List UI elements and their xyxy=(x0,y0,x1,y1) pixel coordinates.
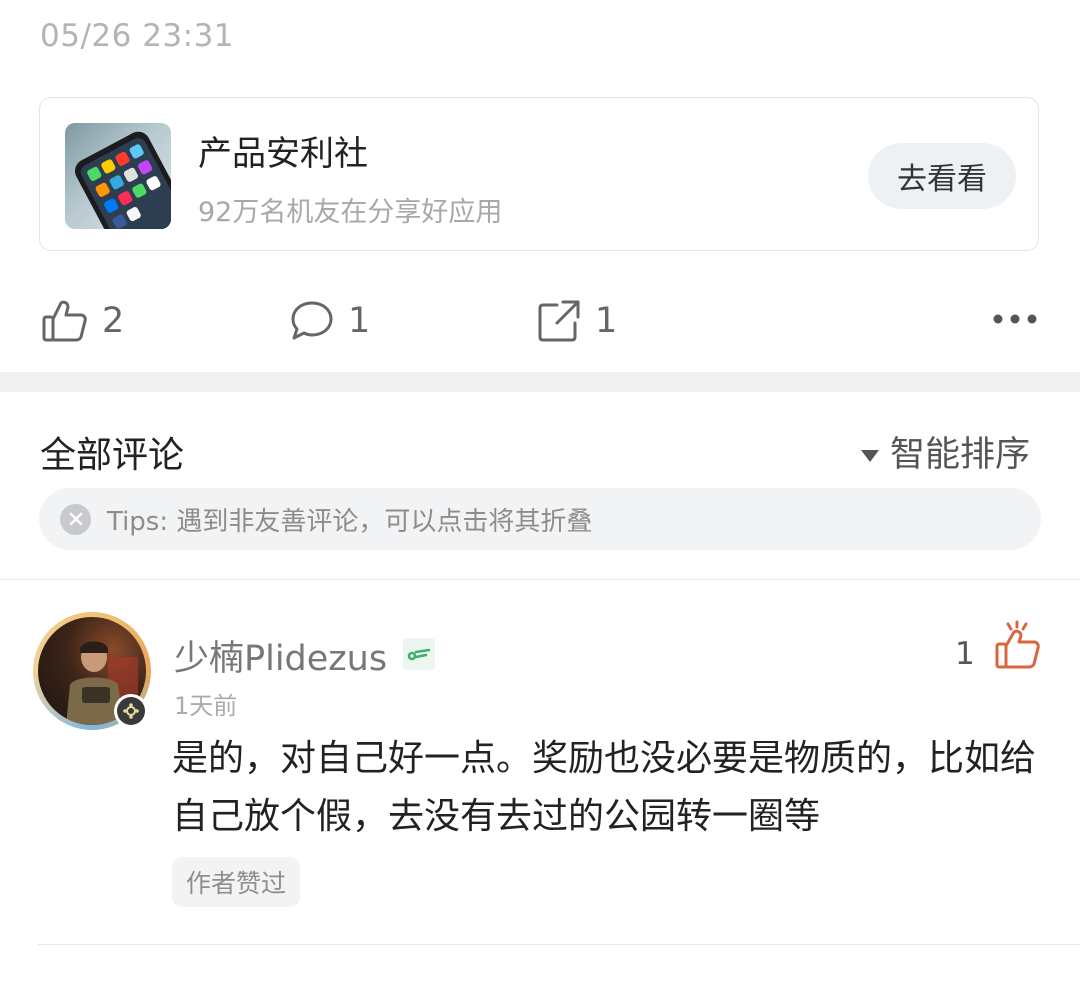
like-count: 2 xyxy=(102,301,125,341)
post-timestamp: 05/26 23:31 xyxy=(40,18,235,54)
author-liked-tag: 作者赞过 xyxy=(172,857,301,907)
share-icon xyxy=(537,299,581,343)
tips-text: Tips: 遇到非友善评论，可以点击将其折叠 xyxy=(107,506,593,537)
comments-section-title: 全部评论 xyxy=(40,435,185,476)
share-count: 1 xyxy=(595,301,618,341)
app-recommendation-card[interactable]: 产品安利社 92万名机友在分享好应用 去看看 xyxy=(39,97,1039,251)
comment-post-button[interactable]: 1 xyxy=(290,296,370,346)
section-divider xyxy=(0,372,1080,392)
sort-label: 智能排序 xyxy=(890,435,1031,475)
comment-bubble-icon xyxy=(290,300,334,342)
phone-apps-thumbnail xyxy=(65,123,171,229)
more-options-icon[interactable] xyxy=(990,304,1040,334)
comment-time: 1天前 xyxy=(174,692,238,720)
user-level-icon xyxy=(403,638,435,670)
sort-dropdown[interactable]: 智能排序 xyxy=(860,426,1030,477)
tips-banner: Tips: 遇到非友善评论，可以点击将其折叠 xyxy=(39,488,1041,550)
card-subtitle: 92万名机友在分享好应用 xyxy=(198,197,503,228)
user-badge-icon xyxy=(114,694,148,728)
comment-count: 1 xyxy=(348,301,371,341)
comment-like-icon[interactable] xyxy=(995,620,1041,670)
go-see-button[interactable]: 去看看 xyxy=(868,143,1016,209)
thumbs-up-icon xyxy=(42,299,88,343)
divider xyxy=(0,579,1080,580)
comment-username[interactable]: 少楠Plidezus xyxy=(174,630,387,681)
close-icon[interactable] xyxy=(60,503,91,535)
comment-like-count: 1 xyxy=(955,636,975,672)
comment-body: 是的，对自己好一点。奖励也没必要是物质的，比如给自己放个假，去没有去过的公园转一… xyxy=(172,738,1037,837)
share-post-button[interactable]: 1 xyxy=(537,296,617,346)
card-title: 产品安利社 xyxy=(198,134,368,174)
triangle-down-icon xyxy=(860,432,880,472)
divider xyxy=(38,944,1080,945)
like-post-button[interactable]: 2 xyxy=(42,296,124,346)
